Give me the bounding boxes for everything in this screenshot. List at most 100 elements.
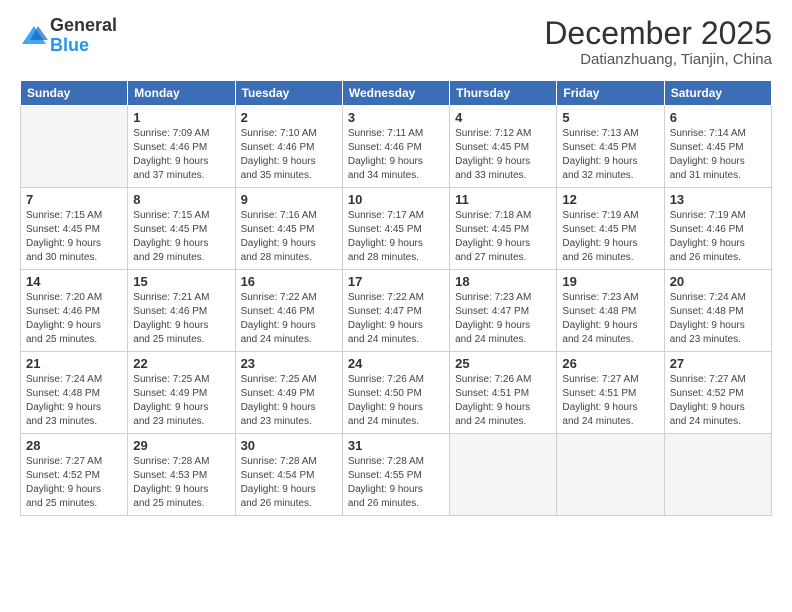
cell-info: Sunrise: 7:26 AMSunset: 4:51 PMDaylight:… (455, 373, 551, 429)
column-header-saturday: Saturday (664, 81, 771, 106)
day-number: 13 (670, 192, 766, 207)
week-row-4: 21 Sunrise: 7:24 AMSunset: 4:48 PMDayligh… (21, 352, 772, 434)
calendar-cell: 28 Sunrise: 7:27 AMSunset: 4:52 PMDayligh… (21, 434, 128, 516)
day-number: 15 (133, 274, 229, 289)
calendar-cell: 11 Sunrise: 7:18 AMSunset: 4:45 PMDayligh… (450, 188, 557, 270)
day-number: 3 (348, 110, 444, 125)
cell-info: Sunrise: 7:19 AMSunset: 4:46 PMDaylight:… (670, 209, 766, 265)
calendar-cell: 2 Sunrise: 7:10 AMSunset: 4:46 PMDaylight… (235, 106, 342, 188)
week-row-5: 28 Sunrise: 7:27 AMSunset: 4:52 PMDayligh… (21, 434, 772, 516)
day-number: 28 (26, 438, 122, 453)
week-row-3: 14 Sunrise: 7:20 AMSunset: 4:46 PMDayligh… (21, 270, 772, 352)
day-number: 5 (562, 110, 658, 125)
cell-info: Sunrise: 7:12 AMSunset: 4:45 PMDaylight:… (455, 127, 551, 183)
cell-info: Sunrise: 7:11 AMSunset: 4:46 PMDaylight:… (348, 127, 444, 183)
calendar-table: SundayMondayTuesdayWednesdayThursdayFrid… (20, 80, 772, 516)
day-number: 11 (455, 192, 551, 207)
day-number: 2 (241, 110, 337, 125)
day-number: 8 (133, 192, 229, 207)
calendar-cell: 17Sunrise: 7:22 AMSunset: 4:47 PMDayligh… (342, 270, 449, 352)
calendar-cell: 16 Sunrise: 7:22 AMSunset: 4:46 PMDayligh… (235, 270, 342, 352)
cell-info: Sunrise: 7:26 AMSunset: 4:50 PMDaylight:… (348, 373, 444, 429)
column-header-thursday: Thursday (450, 81, 557, 106)
calendar-cell: 27 Sunrise: 7:27 AMSunset: 4:52 PMDayligh… (664, 352, 771, 434)
day-number: 1 (133, 110, 229, 125)
calendar-cell: 4 Sunrise: 7:12 AMSunset: 4:45 PMDaylight… (450, 106, 557, 188)
cell-info: Sunrise: 7:10 AMSunset: 4:46 PMDaylight:… (241, 127, 337, 183)
header-row: SundayMondayTuesdayWednesdayThursdayFrid… (21, 81, 772, 106)
title-block: December 2025 Datianzhuang, Tianjin, Chi… (544, 16, 772, 68)
cell-info: Sunrise: 7:28 AMSunset: 4:53 PMDaylight:… (133, 455, 229, 511)
day-number: 16 (241, 274, 337, 289)
day-number: 31 (348, 438, 444, 453)
calendar-cell: 24 Sunrise: 7:26 AMSunset: 4:50 PMDayligh… (342, 352, 449, 434)
calendar-cell: 7Sunrise: 7:15 AMSunset: 4:45 PMDaylight… (21, 188, 128, 270)
cell-info: Sunrise: 7:14 AMSunset: 4:45 PMDaylight:… (670, 127, 766, 183)
cell-info: Sunrise: 7:20 AMSunset: 4:46 PMDaylight:… (26, 291, 122, 347)
page-container: General Blue December 2025 Datianzhuang,… (0, 0, 792, 526)
cell-info: Sunrise: 7:24 AMSunset: 4:48 PMDaylight:… (670, 291, 766, 347)
column-header-sunday: Sunday (21, 81, 128, 106)
cell-info: Sunrise: 7:18 AMSunset: 4:45 PMDaylight:… (455, 209, 551, 265)
cell-info: Sunrise: 7:27 AMSunset: 4:52 PMDaylight:… (26, 455, 122, 511)
day-number: 7 (26, 192, 122, 207)
column-header-friday: Friday (557, 81, 664, 106)
cell-info: Sunrise: 7:25 AMSunset: 4:49 PMDaylight:… (133, 373, 229, 429)
calendar-cell: 26Sunrise: 7:27 AMSunset: 4:51 PMDayligh… (557, 352, 664, 434)
cell-info: Sunrise: 7:13 AMSunset: 4:45 PMDaylight:… (562, 127, 658, 183)
calendar-cell: 20 Sunrise: 7:24 AMSunset: 4:48 PMDayligh… (664, 270, 771, 352)
calendar-cell: 25 Sunrise: 7:26 AMSunset: 4:51 PMDayligh… (450, 352, 557, 434)
cell-info: Sunrise: 7:22 AMSunset: 4:47 PMDaylight:… (348, 291, 444, 347)
calendar-cell (664, 434, 771, 516)
logo-blue-text: Blue (50, 35, 89, 55)
calendar-cell: 10Sunrise: 7:17 AMSunset: 4:45 PMDayligh… (342, 188, 449, 270)
day-number: 21 (26, 356, 122, 371)
day-number: 24 (348, 356, 444, 371)
cell-info: Sunrise: 7:21 AMSunset: 4:46 PMDaylight:… (133, 291, 229, 347)
logo: General Blue (20, 16, 117, 56)
day-number: 12 (562, 192, 658, 207)
cell-info: Sunrise: 7:19 AMSunset: 4:45 PMDaylight:… (562, 209, 658, 265)
calendar-cell: 31 Sunrise: 7:28 AMSunset: 4:55 PMDayligh… (342, 434, 449, 516)
calendar-cell: 13 Sunrise: 7:19 AMSunset: 4:46 PMDayligh… (664, 188, 771, 270)
day-number: 4 (455, 110, 551, 125)
calendar-cell: 8 Sunrise: 7:15 AMSunset: 4:45 PMDaylight… (128, 188, 235, 270)
logo-icon (20, 22, 48, 50)
month-title: December 2025 (544, 16, 772, 51)
calendar-cell: 1Sunrise: 7:09 AMSunset: 4:46 PMDaylight… (128, 106, 235, 188)
calendar-cell (21, 106, 128, 188)
cell-info: Sunrise: 7:22 AMSunset: 4:46 PMDaylight:… (241, 291, 337, 347)
calendar-cell: 12 Sunrise: 7:19 AMSunset: 4:45 PMDayligh… (557, 188, 664, 270)
calendar-cell: 15 Sunrise: 7:21 AMSunset: 4:46 PMDayligh… (128, 270, 235, 352)
day-number: 9 (241, 192, 337, 207)
cell-info: Sunrise: 7:24 AMSunset: 4:48 PMDaylight:… (26, 373, 122, 429)
cell-info: Sunrise: 7:16 AMSunset: 4:45 PMDaylight:… (241, 209, 337, 265)
day-number: 18 (455, 274, 551, 289)
calendar-cell: 22 Sunrise: 7:25 AMSunset: 4:49 PMDayligh… (128, 352, 235, 434)
calendar-cell (450, 434, 557, 516)
day-number: 27 (670, 356, 766, 371)
week-row-2: 7 Sunrise: 7:15 AMSunset: 4:45 PMDaylight… (21, 188, 772, 270)
calendar-cell: 29 Sunrise: 7:28 AMSunset: 4:53 PMDayligh… (128, 434, 235, 516)
day-number: 30 (241, 438, 337, 453)
day-number: 22 (133, 356, 229, 371)
cell-info: Sunrise: 7:27 AMSunset: 4:51 PMDaylight:… (562, 373, 658, 429)
cell-info: Sunrise: 7:27 AMSunset: 4:52 PMDaylight:… (670, 373, 766, 429)
cell-info: Sunrise: 7:15 AMSunset: 4:45 PMDaylight:… (133, 209, 229, 265)
cell-info: Sunrise: 7:28 AMSunset: 4:54 PMDaylight:… (241, 455, 337, 511)
calendar-cell: 19Sunrise: 7:23 AMSunset: 4:48 PMDayligh… (557, 270, 664, 352)
cell-info: Sunrise: 7:23 AMSunset: 4:48 PMDaylight:… (562, 291, 658, 347)
day-number: 25 (455, 356, 551, 371)
calendar-cell: 5 Sunrise: 7:13 AMSunset: 4:45 PMDaylight… (557, 106, 664, 188)
day-number: 20 (670, 274, 766, 289)
calendar-cell: 3 Sunrise: 7:11 AMSunset: 4:46 PMDaylight… (342, 106, 449, 188)
cell-info: Sunrise: 7:28 AMSunset: 4:55 PMDaylight:… (348, 455, 444, 511)
calendar-cell: 6Sunrise: 7:14 AMSunset: 4:45 PMDaylight… (664, 106, 771, 188)
column-header-monday: Monday (128, 81, 235, 106)
column-header-tuesday: Tuesday (235, 81, 342, 106)
calendar-cell: 18 Sunrise: 7:23 AMSunset: 4:47 PMDayligh… (450, 270, 557, 352)
cell-info: Sunrise: 7:23 AMSunset: 4:47 PMDaylight:… (455, 291, 551, 347)
day-number: 14 (26, 274, 122, 289)
day-number: 29 (133, 438, 229, 453)
day-number: 23 (241, 356, 337, 371)
